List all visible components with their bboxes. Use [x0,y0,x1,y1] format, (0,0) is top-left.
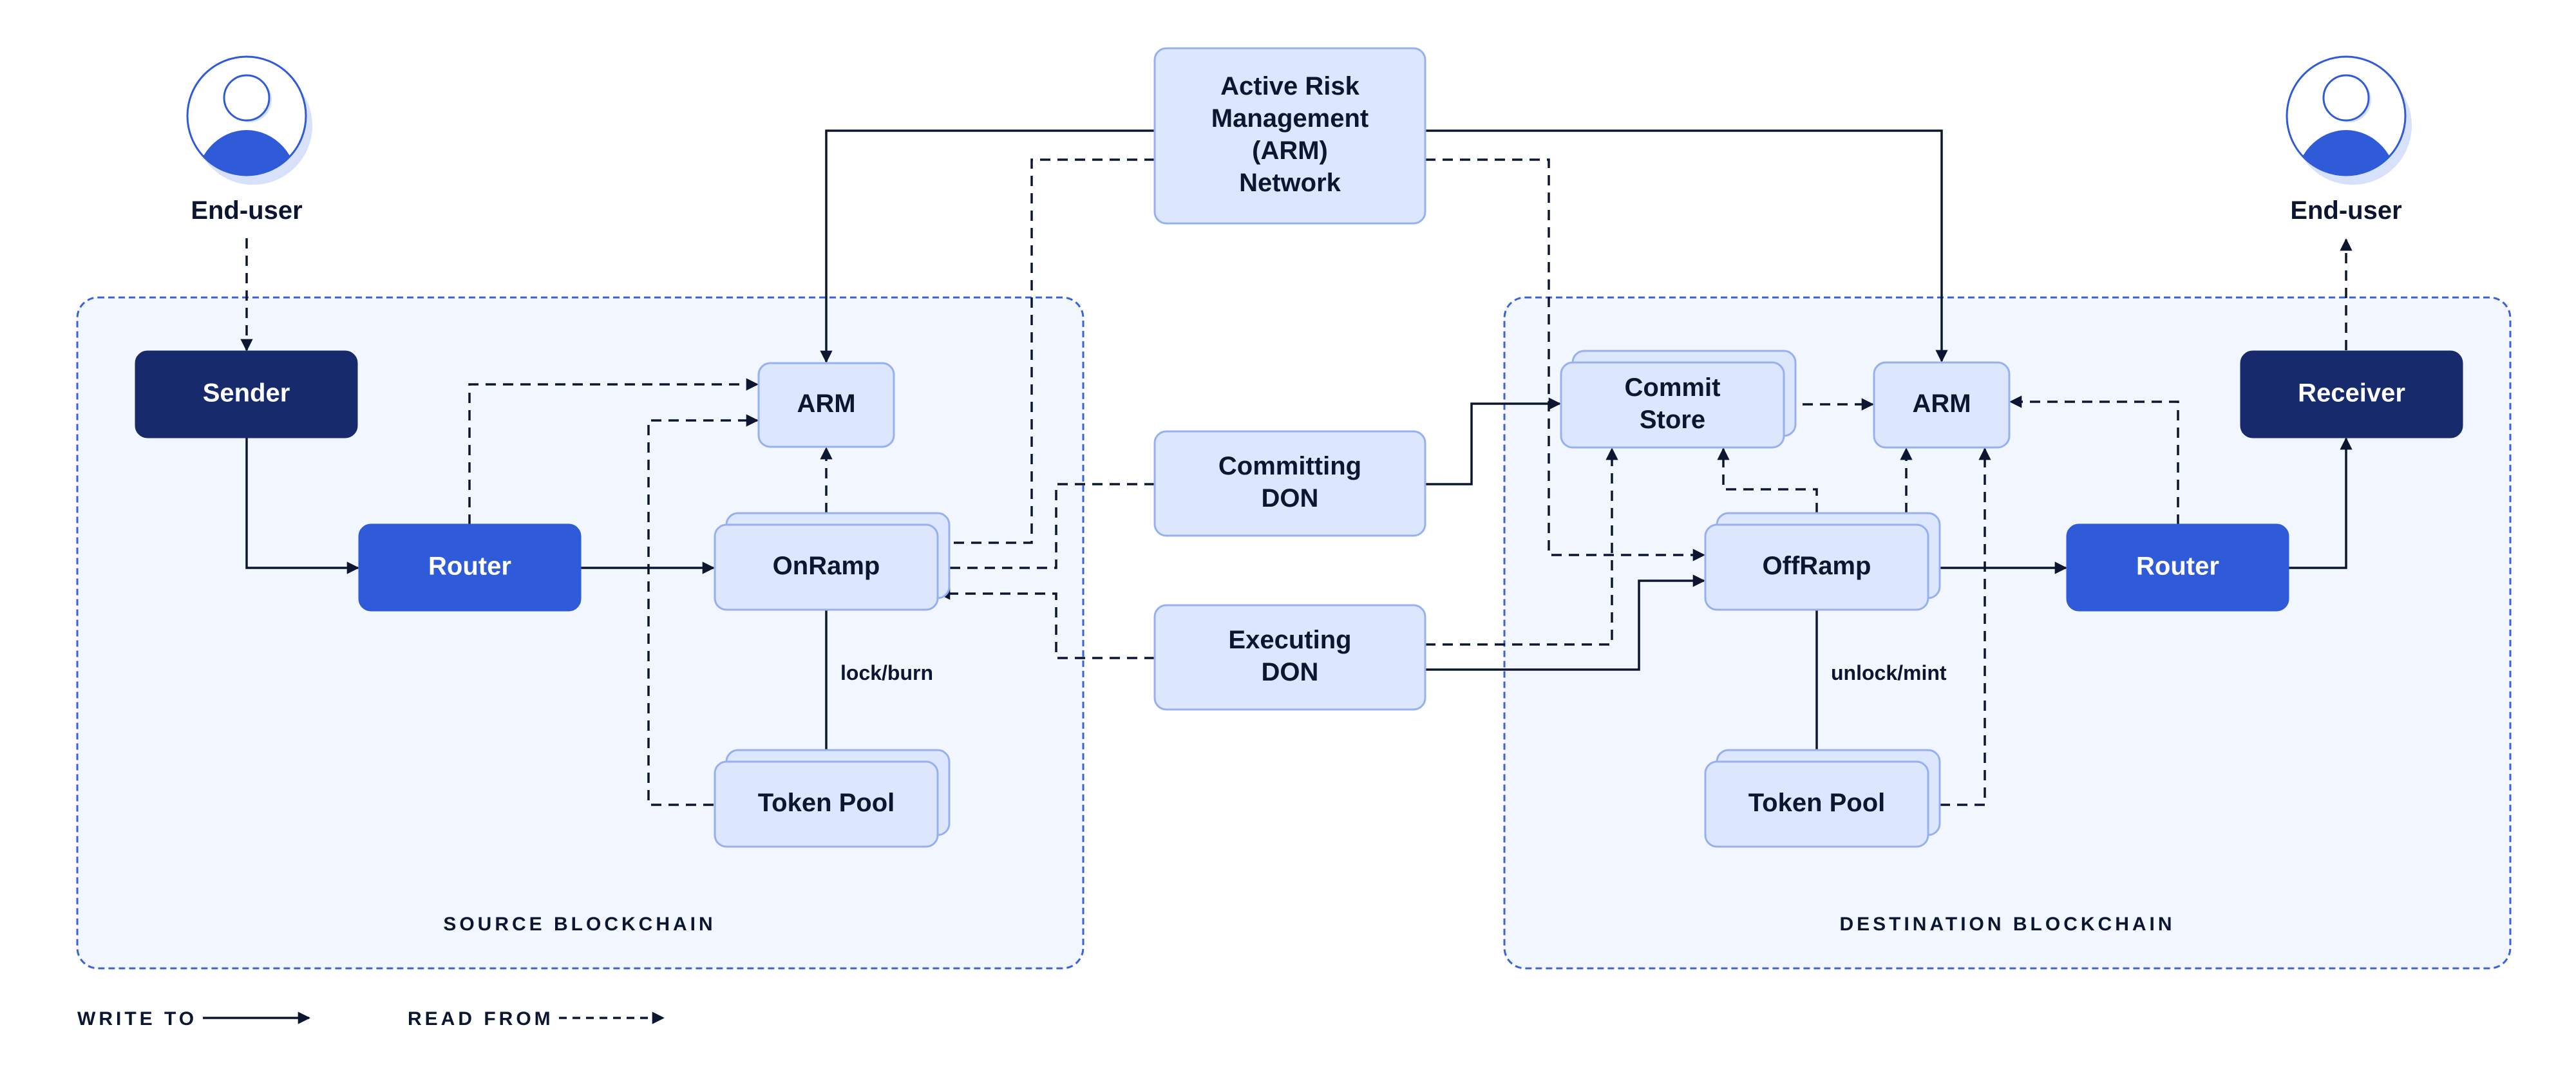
legend: WRITE TO READ FROM [77,1008,665,1030]
dst-offramp-label-line: OffRamp [1763,552,1871,580]
dst-receiver-node: Receiver [2240,350,2463,438]
committing-don-label-line: Committing [1218,452,1361,480]
src-token-pool-label-line: Token Pool [758,789,895,817]
enduser-dest-label: End-user [2290,196,2401,225]
src-arm-label-line: ARM [797,390,855,418]
dst-arm-node: ARM [1873,361,2011,449]
dst-commit-store-label-line: Commit [1625,373,1721,402]
dst-offramp-node: OffRamp [1704,512,1941,611]
dst-token-pool-node: Token Pool [1704,749,1941,848]
enduser-dest-avatar: End-user [2286,55,2412,225]
user-body-icon [195,130,298,174]
enduser-source-avatar: End-user [186,55,312,225]
src-arm-node: ARM [757,362,895,448]
dst-receiver-label-line: Receiver [2298,379,2405,408]
user-body-icon [2295,130,2398,174]
committing-don-node: Committing DON [1153,430,1426,537]
arm-network-label-line: Network [1239,169,1341,197]
src-onramp-node: OnRamp [714,512,951,611]
arm-network-label-line: Management [1211,104,1369,133]
executing-don-node: Executing DON [1153,604,1426,711]
src-router-node: Router [358,523,582,612]
executing-don-label-line: DON [1262,658,1319,686]
lock-burn-edge-label: lock/burn [840,661,933,684]
dst-router-node: Router [2066,523,2289,612]
arm-network-label-line: Active Risk [1220,72,1359,100]
src-token-pool-node: Token Pool [714,749,951,848]
src-onramp-label-line: OnRamp [773,552,880,580]
user-head-icon [2322,74,2370,122]
user-head-icon [223,74,270,122]
src-sender-label-line: Sender [203,379,290,408]
enduser-source-label: End-user [191,196,302,225]
arm-network-node: Active Risk Management (ARM) Network [1153,47,1426,225]
source-blockchain-label: SOURCE BLOCKCHAIN [443,914,715,935]
dst-router-label-line: Router [2136,552,2219,581]
ccip-architecture-diagram: Active Risk Management (ARM) Network Sender R… [76,47,2512,1030]
dst-token-pool-label-line: Token Pool [1748,789,1886,817]
executing-don-box [1153,604,1426,711]
dst-commit-store-node: Commit Store [1560,350,1797,449]
legend-read-label: READ FROM [408,1008,554,1030]
executing-don-label-line: Executing [1228,626,1351,654]
unlock-mint-edge-label: unlock/mint [1831,661,1947,684]
arm-network-label-line: (ARM) [1252,136,1328,165]
src-router-label-line: Router [428,552,511,581]
destination-blockchain-label: DESTINATION BLOCKCHAIN [1839,914,2175,935]
src-sender-node: Sender [135,350,358,438]
dst-arm-label-line: ARM [1912,390,1971,418]
dst-commit-store-label-line: Store [1640,406,1705,434]
committing-don-label-line: DON [1262,484,1319,512]
legend-write-label: WRITE TO [77,1008,197,1030]
committing-don-box [1153,430,1426,537]
